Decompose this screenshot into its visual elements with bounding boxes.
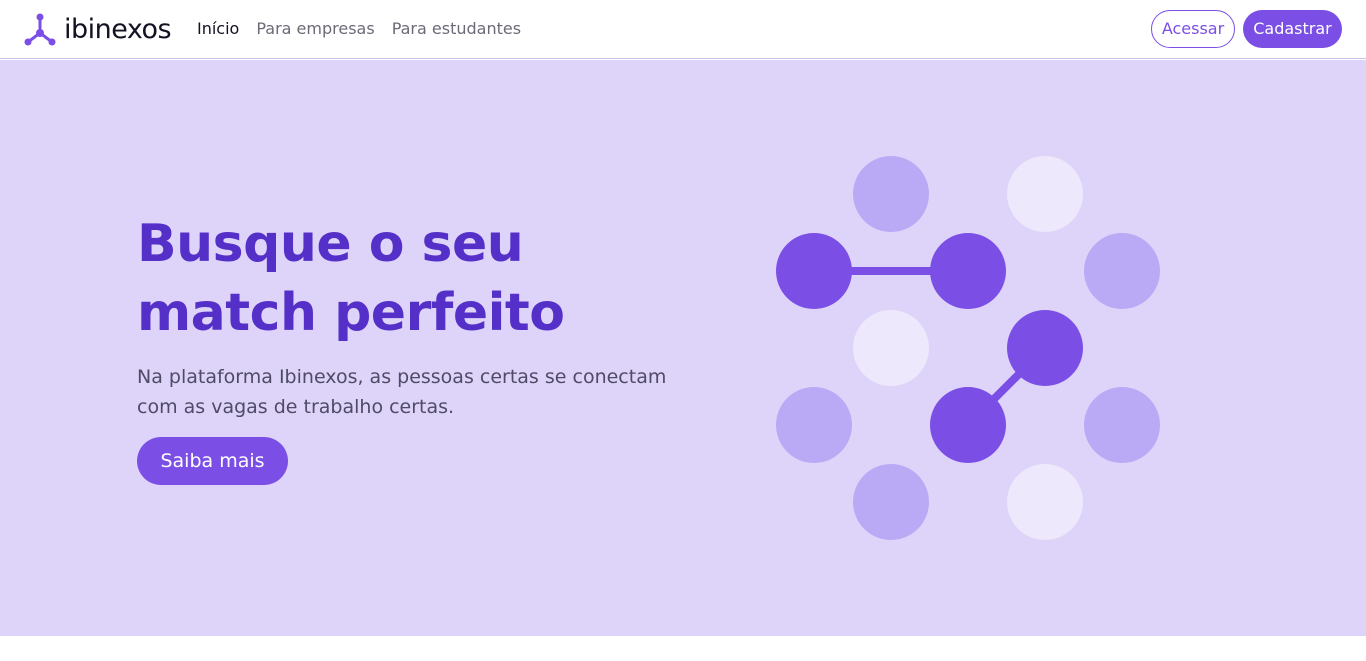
login-button[interactable]: Acessar <box>1151 10 1235 48</box>
nav-link-para-estudantes[interactable]: Para estudantes <box>392 19 521 39</box>
hero-title-line-1: Busque o seu <box>137 214 524 274</box>
dot <box>853 310 929 386</box>
hero-subtitle: Na plataforma Ibinexos, as pessoas certa… <box>137 366 667 418</box>
brand-logo[interactable]: ibinexos <box>24 13 172 47</box>
dot <box>1007 464 1083 540</box>
main-nav: Início Para empresas Para estudantes <box>197 19 538 39</box>
brand-name: ibinexos <box>64 14 172 45</box>
dot <box>1007 156 1083 232</box>
dot <box>930 387 1006 463</box>
dot <box>853 464 929 540</box>
hero-title-line-2: match perfeito <box>137 283 565 343</box>
dot <box>776 387 852 463</box>
molecule-logo-icon <box>24 13 56 46</box>
nav-link-inicio[interactable]: Início <box>197 19 239 39</box>
nav-link-para-empresas[interactable]: Para empresas <box>256 19 374 39</box>
dot <box>1084 387 1160 463</box>
learn-more-button[interactable]: Saiba mais <box>137 437 288 485</box>
dot <box>776 233 852 309</box>
hero-title: Busque o seu match perfeito <box>137 210 697 348</box>
dot <box>853 156 929 232</box>
dot <box>930 233 1006 309</box>
connected-dots-illustration <box>776 156 1160 540</box>
signup-button[interactable]: Cadastrar <box>1243 10 1342 48</box>
dot <box>1007 310 1083 386</box>
hero-section: Busque o seu match perfeito Na plataform… <box>0 60 1366 636</box>
top-navbar: ibinexos Início Para empresas Para estud… <box>0 0 1366 59</box>
dot <box>1084 233 1160 309</box>
